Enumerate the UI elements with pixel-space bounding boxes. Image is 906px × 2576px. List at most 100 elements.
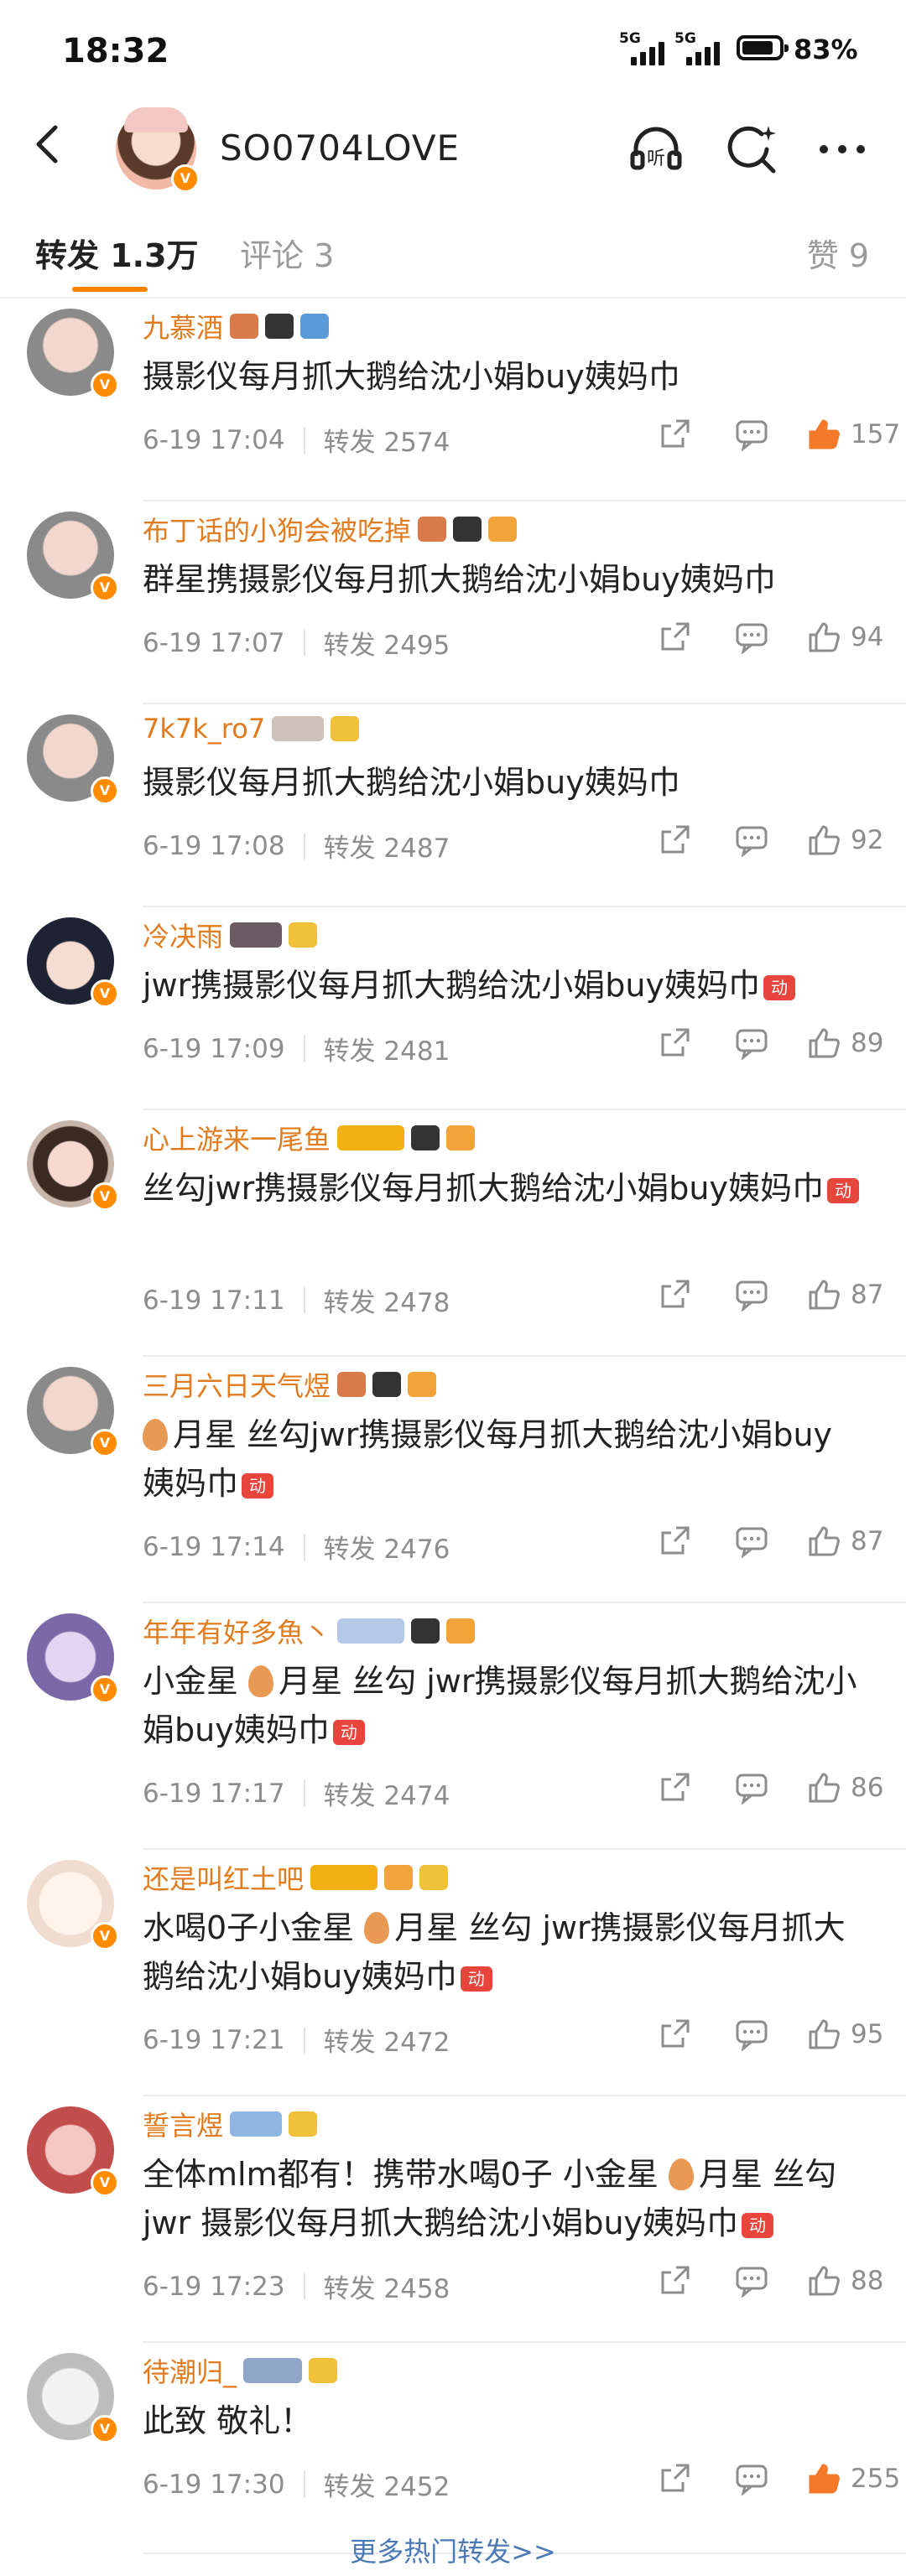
repost-count: 转发 2574 <box>323 428 450 458</box>
like-button[interactable]: 87 <box>807 1278 906 1311</box>
repost-item[interactable]: V 九慕酒 摄影仪每月抓大鹅给沈小娟buy姨妈巾 6-19 17:04 转发 2574 1… <box>27 299 906 501</box>
like-button[interactable]: 94 <box>807 621 906 654</box>
like-count: 86 <box>851 1773 884 1803</box>
battery-icon <box>737 35 789 60</box>
verified-badge-icon: V <box>91 1675 119 1704</box>
like-button[interactable]: 87 <box>807 1524 906 1558</box>
username[interactable]: 心上游来一尾鱼 <box>143 1119 331 1157</box>
avatar[interactable]: V <box>27 714 119 805</box>
repost-item[interactable]: V 誓言煜 全体mlm都有！携带水喝0子 小金星 月星 丝勾 jwr 摄影仪每月抓大… <box>27 2096 906 2343</box>
avatar[interactable]: V <box>116 107 200 193</box>
username[interactable]: 誓言煜 <box>143 2105 223 2143</box>
like-button[interactable]: 95 <box>807 2018 906 2051</box>
like-button[interactable]: 89 <box>807 1026 906 1060</box>
comment-icon[interactable] <box>735 2462 768 2496</box>
search-sparkle-icon[interactable] <box>725 122 778 176</box>
share-icon[interactable] <box>658 1026 691 1060</box>
avatar[interactable]: V <box>27 2353 119 2444</box>
user-medal-icon <box>310 1865 378 1890</box>
repost-item[interactable]: V 还是叫红土吧水喝0子小金星 月星 丝勾 jwr携摄影仪每月抓大鹅给沈小娟buy… <box>27 1850 906 2096</box>
repost-count: 转发 2478 <box>323 1288 450 1318</box>
like-button[interactable]: 92 <box>807 823 906 857</box>
username[interactable]: 三月六日天气煜 <box>143 1365 331 1404</box>
repost-item[interactable]: V 冷决雨 jwr携摄影仪每月抓大鹅给沈小娟buy姨妈巾动 6-19 17:09 转发 … <box>27 907 906 1110</box>
username[interactable]: 冷决雨 <box>143 916 223 954</box>
user-medal-icon <box>453 517 482 542</box>
share-icon[interactable] <box>658 1278 691 1311</box>
more-hot-reposts-link[interactable]: 更多热门转发>> <box>0 2531 906 2569</box>
tab-comment[interactable]: 评论 3 <box>240 230 334 276</box>
repost-count: 转发 2474 <box>323 1781 450 1811</box>
user-medal-icon <box>289 922 318 948</box>
like-button[interactable]: 157 <box>807 418 906 451</box>
comment-icon[interactable] <box>735 823 768 858</box>
repost-count: 转发 2495 <box>323 631 450 661</box>
avatar[interactable]: V <box>27 309 119 399</box>
repost-tag-icon: 动 <box>742 2213 774 2238</box>
like-button[interactable]: 86 <box>807 1771 906 1805</box>
repost-item[interactable]: V 布丁话的小狗会被吃掉 群星携摄影仪每月抓大鹅给沈小娟buy姨妈巾 6-19 17:… <box>27 501 906 704</box>
username[interactable]: 九慕酒 <box>143 307 223 345</box>
user-medal-icon <box>300 314 330 339</box>
username[interactable]: 还是叫红土吧 <box>143 1858 304 1897</box>
tab-bar: 转发 1.3万 评论 3 赞 9 <box>0 203 906 299</box>
verified-badge-icon: V <box>91 979 119 1008</box>
timestamp: 6-19 17:30 <box>143 2469 285 2500</box>
repost-item[interactable]: V 年年有好多魚丶 小金星 月星 丝勾 jwr携摄影仪每月抓大鹅给沈小娟buy姨妈巾… <box>27 1603 906 1850</box>
avatar[interactable]: V <box>27 1613 119 1704</box>
share-icon[interactable] <box>658 621 691 654</box>
comment-icon[interactable] <box>735 1026 768 1061</box>
status-bar: 18:32 5G 5G 83% <box>0 0 906 94</box>
clock: 18:32 <box>62 32 169 70</box>
egg-emoji-icon <box>364 1912 390 1944</box>
share-icon[interactable] <box>658 1524 691 1558</box>
repost-text: 水喝0子小金星 月星 丝勾 jwr携摄影仪每月抓大鹅给沈小娟buy姨妈巾动 <box>143 1909 846 1995</box>
avatar[interactable]: V <box>27 512 119 602</box>
user-medal-icon <box>372 1372 402 1397</box>
repost-item[interactable]: V 心上游来一尾鱼 丝勾jwr携摄影仪每月抓大鹅给沈小娟buy姨妈巾动 6-19 17… <box>27 1110 906 1357</box>
share-icon[interactable] <box>658 2264 691 2298</box>
tab-likes[interactable]: 赞 9 <box>807 230 869 276</box>
listen-headphones-icon[interactable]: 听 <box>629 122 683 176</box>
repost-item[interactable]: V 待潮归_ 此致 敬礼！ 6-19 17:30 转发 2452 255 <box>27 2343 906 2554</box>
user-medal-icon <box>384 1865 414 1890</box>
like-count: 89 <box>851 1028 884 1058</box>
avatar[interactable]: V <box>27 2106 119 2197</box>
user-medal-icon <box>446 1618 476 1644</box>
share-icon[interactable] <box>658 418 691 451</box>
username[interactable]: 布丁话的小狗会被吃掉 <box>143 510 411 548</box>
share-icon[interactable] <box>658 2018 691 2051</box>
avatar[interactable]: V <box>27 1367 119 1457</box>
comment-icon[interactable] <box>735 418 768 452</box>
share-icon[interactable] <box>658 823 691 857</box>
tab-repost[interactable]: 转发 1.3万 <box>35 230 199 276</box>
more-dots-icon[interactable] <box>815 122 869 176</box>
repost-item[interactable]: V 7k7k_ro7 摄影仪每月抓大鹅给沈小娟buy姨妈巾 6-19 17:08 转发 … <box>27 704 906 907</box>
repost-tag-icon: 动 <box>826 1178 859 1203</box>
avatar[interactable]: V <box>27 1120 119 1211</box>
avatar[interactable]: V <box>27 917 119 1008</box>
avatar[interactable]: V <box>27 1860 119 1950</box>
username[interactable]: 年年有好多魚丶 <box>143 1612 331 1650</box>
comment-icon[interactable] <box>735 2018 768 2052</box>
like-count: 94 <box>851 622 884 652</box>
repost-tag-icon: 动 <box>332 1720 365 1745</box>
username[interactable]: 待潮归_ <box>143 2351 237 2390</box>
comment-icon[interactable] <box>735 1278 768 1312</box>
repost-count: 转发 2481 <box>323 1036 450 1067</box>
share-icon[interactable] <box>658 2462 691 2496</box>
repost-text: 群星携摄影仪每月抓大鹅给沈小娟buy姨妈巾 <box>143 561 776 598</box>
comment-icon[interactable] <box>735 1771 768 1805</box>
egg-emoji-icon <box>143 1419 168 1451</box>
share-icon[interactable] <box>658 1771 691 1805</box>
comment-icon[interactable] <box>735 621 768 655</box>
signal-icon: 5G <box>674 30 728 65</box>
back-arrow-icon[interactable] <box>23 119 74 169</box>
comment-icon[interactable] <box>735 1524 768 1559</box>
repost-item[interactable]: V 三月六日天气煜 月星 丝勾jwr携摄影仪每月抓大鹅给沈小娟buy姨妈巾动 6-19… <box>27 1357 906 1603</box>
like-button[interactable]: 88 <box>807 2264 906 2298</box>
comment-icon[interactable] <box>735 2264 768 2298</box>
username[interactable]: 7k7k_ro7 <box>143 713 265 745</box>
like-button[interactable]: 255 <box>807 2462 906 2496</box>
page-title[interactable]: SO0704LOVE <box>220 127 460 169</box>
